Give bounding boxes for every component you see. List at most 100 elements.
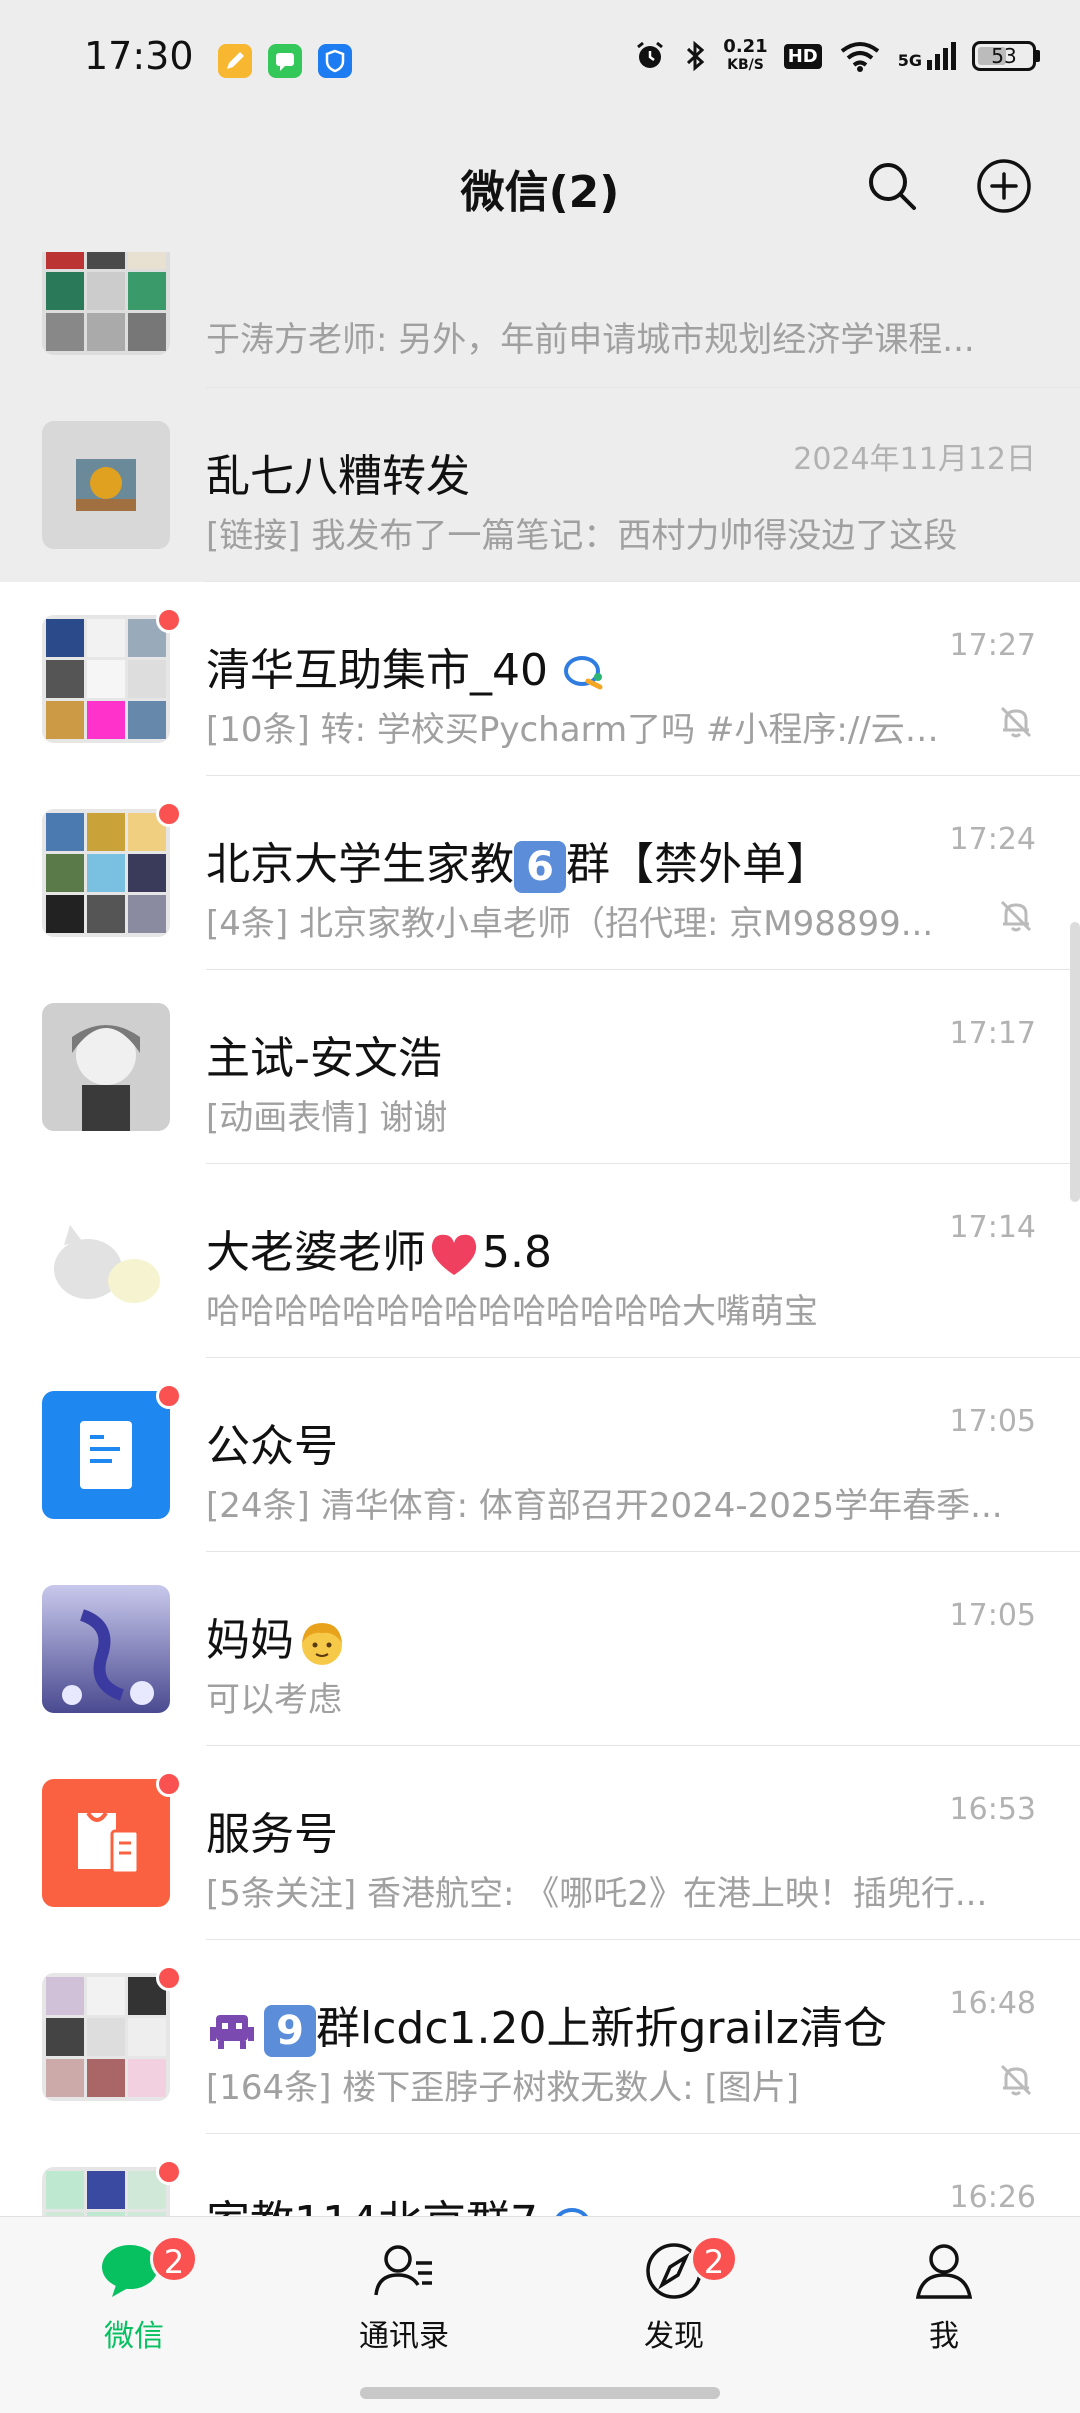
mute-bell-icon (1000, 706, 1032, 738)
chat-name-text: 北京大学生家教 (206, 839, 514, 890)
group-avatar (42, 252, 170, 355)
chat-row[interactable]: 大老婆老师 5.8 17:14 哈哈哈哈哈哈哈哈哈哈哈哈哈哈大嘴萌宝 (0, 1164, 1080, 1358)
status-bar: 17:30 0.21 KB/S HD 5G 53 (0, 0, 1080, 120)
chat-row[interactable]: 9 群lcdc1.20上新折grailz清仓 16:48 [164条] 楼下歪脖子… (0, 1940, 1080, 2134)
tab-contacts[interactable]: 通讯录 (304, 2235, 504, 2365)
chat-row[interactable]: 妈妈 17:05 可以考虑 (0, 1552, 1080, 1746)
official-accounts-avatar (42, 1391, 170, 1519)
chat-time: 17:05 (949, 1598, 1036, 1633)
status-indicators: 0.21 KB/S HD 5G 53 (633, 38, 1040, 74)
unread-badge: 2 (150, 2235, 198, 2283)
tab-me[interactable]: 我 (844, 2235, 1044, 2365)
chat-preview: [4条] 北京家教小卓老师（招代理: 京M98899... (206, 904, 934, 944)
chat-preview: [164条] 楼下歪脖子树救无数人: [图片] (206, 2068, 800, 2108)
chat-row[interactable]: 公众号 17:05 [24条] 清华体育: 体育部召开2024-2025学年春季… (0, 1358, 1080, 1552)
tab-label: 我 (929, 2319, 959, 2354)
tab-label: 发现 (644, 2319, 704, 2354)
chat-preview: 于涛方老师: 另外，年前申请城市规划经济学课程... (206, 320, 975, 360)
chat-time: 17:17 (949, 1016, 1036, 1051)
chat-row[interactable]: 于涛方老师: 另外，年前申请城市规划经济学课程... (0, 252, 1080, 388)
chat-list[interactable]: 于涛方老师: 另外，年前申请城市规划经济学课程... 乱七八糟转发 2024年1… (0, 252, 1080, 2216)
chat-preview: [24条] 清华体育: 体育部召开2024-2025学年春季... (206, 1486, 1003, 1526)
battery-indicator: 53 (972, 41, 1036, 71)
chat-row[interactable]: 家教114北京群7 16:26 (0, 2134, 1080, 2216)
scrollbar-thumb[interactable] (1070, 922, 1080, 1202)
chat-name: 乱七八糟转发 (206, 451, 470, 502)
battery-level: 53 (991, 44, 1017, 68)
chat-row[interactable]: 乱七八糟转发 2024年11月12日 [链接] 我发布了一篇笔记：西村力帅得没边… (0, 388, 1080, 582)
chat-name-suffix: 群【禁外单】 (566, 839, 830, 890)
net-speed-value: 0.21 (723, 36, 768, 57)
keycap-number-icon: 9 (264, 2005, 316, 2057)
group-avatar (42, 2167, 170, 2216)
bottom-tab-bar: 微信 2 通讯录 发现 2 我 (0, 2216, 1080, 2413)
wifi-icon (840, 42, 879, 72)
chat-name: 9 群lcdc1.20上新折grailz清仓 (206, 1992, 887, 2057)
chat-time: 16:48 (949, 1986, 1036, 2021)
heart-icon (431, 1234, 477, 1275)
unread-dot (156, 1771, 182, 1797)
hd-badge: HD (783, 43, 822, 69)
unread-badge: 2 (690, 2235, 738, 2283)
wecom-group-icon (556, 2208, 588, 2216)
add-icon[interactable] (976, 158, 1032, 214)
chat-name-text: 群lcdc1.20上新折grailz清仓 (316, 2003, 888, 2054)
chat-preview: 哈哈哈哈哈哈哈哈哈哈哈哈哈哈大嘴萌宝 (206, 1292, 818, 1332)
tab-label: 通讯录 (359, 2319, 449, 2354)
chat-avatar (42, 1003, 170, 1131)
keycap-number-icon: 6 (514, 841, 566, 893)
home-indicator[interactable] (360, 2387, 720, 2399)
net-speed-unit: KB/S (727, 57, 764, 73)
chat-preview: [动画表情] 谢谢 (206, 1098, 448, 1138)
unread-dot (156, 607, 182, 633)
chat-avatar (42, 1585, 170, 1713)
tab-label: 微信 (104, 2319, 164, 2354)
chat-time: 2024年11月12日 (793, 442, 1036, 477)
group-avatar (42, 1973, 170, 2101)
unread-dot (156, 1965, 182, 1991)
chat-row[interactable]: 服务号 16:53 [5条关注] 香港航空: 《哪吒2》在港上映！插兜行... (0, 1746, 1080, 1940)
contacts-icon (374, 2245, 432, 2296)
chat-time: 17:27 (949, 628, 1036, 663)
unread-dot (156, 801, 182, 827)
unread-dot (156, 1383, 182, 1409)
chat-row[interactable]: 北京大学生家教 6 群【禁外单】 17:24 [4条] 北京家教小卓老师（招代理: … (0, 776, 1080, 970)
battery-tip (1036, 50, 1040, 62)
shield-app-icon (318, 44, 352, 78)
signal-label: 5G (897, 51, 922, 70)
chat-avatar (42, 421, 170, 549)
chat-time: 17:05 (949, 1404, 1036, 1439)
mute-bell-icon (1000, 2064, 1032, 2096)
tab-chats[interactable]: 微信 2 (34, 2235, 234, 2365)
unread-dot (156, 2159, 182, 2185)
chat-time: 16:53 (949, 1792, 1036, 1827)
service-accounts-avatar (42, 1779, 170, 1907)
chat-row[interactable]: 主试-安文浩 17:17 [动画表情] 谢谢 (0, 970, 1080, 1164)
alarm-icon (637, 41, 664, 68)
search-icon[interactable] (864, 158, 920, 214)
signal-icon: 5G (898, 42, 956, 70)
chat-preview: 可以考虑 (206, 1680, 342, 1720)
person-icon (915, 2244, 973, 2299)
chat-name-suffix: 5.8 (482, 1227, 552, 1278)
group-avatar (42, 809, 170, 937)
messages-app-icon (268, 44, 302, 78)
woman-emoji-icon (302, 1623, 342, 1665)
chat-name: 北京大学生家教 6 群【禁外单】 (206, 828, 830, 893)
group-avatar (42, 615, 170, 743)
chat-time: 17:24 (949, 822, 1036, 857)
chat-name: 清华互助集市_40 (206, 634, 608, 698)
bluetooth-icon (687, 40, 705, 72)
header: 微信(2) (0, 120, 1080, 252)
tab-discover[interactable]: 发现 2 (574, 2235, 774, 2365)
notes-app-icon (218, 44, 252, 78)
space-invader-icon (210, 2015, 254, 2049)
chat-name-text: 妈妈 (206, 1615, 294, 1666)
chat-name-text: 大老婆老师 (206, 1227, 426, 1278)
chat-name: 大老婆老师 5.8 (206, 1216, 552, 1280)
chat-name-text: 家教114北京群7 (206, 2197, 538, 2216)
chat-row[interactable]: 清华互助集市_40 17:27 [10条] 转: 学校买Pycharm了吗 #小… (0, 582, 1080, 776)
chat-preview: [链接] 我发布了一篇笔记：西村力帅得没边了这段 (206, 516, 958, 556)
chat-name: 家教114北京群7 (206, 2186, 598, 2216)
chat-preview: [10条] 转: 学校买Pycharm了吗 #小程序://云上... (206, 710, 946, 750)
